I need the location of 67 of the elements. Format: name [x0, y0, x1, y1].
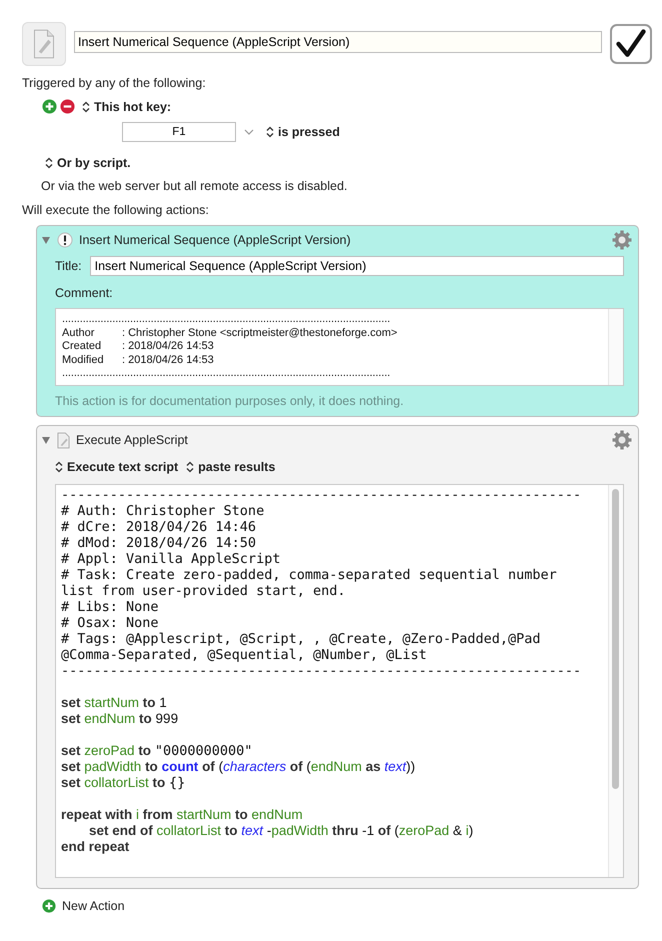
new-action-link[interactable]: New Action	[62, 899, 125, 913]
script-document-icon	[57, 432, 70, 448]
code-line: set startNum to 1	[61, 695, 168, 711]
comment-field-label: Created	[62, 340, 102, 354]
hot-key-field[interactable]: F1	[122, 122, 236, 142]
code-line: set collatorList to {}	[61, 775, 186, 791]
script-trigger-popup[interactable]: Or by script.	[45, 156, 131, 170]
comment-field-value: : 2018/04/26 14:53	[122, 340, 214, 352]
comment-label: Comment:	[55, 286, 114, 300]
add-icon[interactable]	[42, 99, 57, 114]
disclosure-triangle-icon[interactable]	[41, 235, 51, 245]
code-line: # Appl: Vanilla AppleScript	[61, 551, 282, 567]
exclamation-bubble-icon	[57, 232, 73, 248]
action-title: Insert Numerical Sequence (AppleScript Version)	[79, 233, 352, 247]
title-field[interactable]: Insert Numerical Sequence (AppleScript Version)	[90, 256, 624, 276]
code-line: @Comma-Separated, @Sequential, @Number, @List	[61, 647, 428, 663]
comment-field-value: : Christopher Stone <scriptmeister@thestoneforge.com>	[122, 326, 398, 339]
up-down-arrows-icon	[55, 461, 63, 473]
title-label: Title:	[55, 259, 82, 273]
script-editor[interactable]	[55, 484, 624, 878]
up-down-arrows-icon	[82, 100, 90, 112]
code-line: set end of collatorList to text -padWidth thru -1 of (zeroPad & i)	[88, 823, 474, 839]
code-line: end repeat	[61, 839, 130, 855]
code-line: # Libs: None	[61, 599, 160, 615]
option-popup[interactable]: paste results	[186, 460, 276, 474]
action-title: Execute AppleScript	[76, 433, 189, 447]
up-down-arrows-icon	[45, 157, 53, 169]
trigger-type-popup[interactable]: This hot key:	[82, 100, 172, 114]
scrollbar-track[interactable]	[608, 309, 623, 385]
macro-name-field[interactable]: Insert Numerical Sequence (AppleScript Version)	[74, 31, 602, 53]
gear-icon[interactable]	[612, 430, 632, 450]
code-line: ----------------------------------------------------------------	[61, 663, 582, 679]
disclosure-triangle-icon[interactable]	[41, 435, 51, 445]
code-line: repeat with i from startNum to endNum	[61, 807, 304, 823]
code-line: set zeroPad to "0000000000"	[61, 743, 254, 759]
enabled-checkbox[interactable]	[610, 24, 652, 64]
scrollbar-thumb[interactable]	[612, 489, 619, 789]
code-line: # Auth: Christopher Stone	[61, 503, 266, 519]
comment-field-value: : 2018/04/26 14:53	[122, 354, 214, 366]
comment-field-label: Author	[62, 326, 96, 340]
comment-field[interactable]	[55, 308, 624, 386]
scrollbar-track[interactable]	[608, 485, 623, 877]
chevron-down-icon[interactable]	[244, 129, 254, 135]
code-line: list from user-provided start, end.	[61, 583, 346, 599]
code-line: # dMod: 2018/04/26 14:50	[61, 535, 258, 551]
add-icon[interactable]	[42, 899, 56, 913]
option-popup[interactable]: Execute text script	[55, 460, 178, 474]
code-line: # dCre: 2018/04/26 14:46	[61, 519, 258, 535]
code-line: # Osax: None	[61, 615, 160, 631]
gear-icon[interactable]	[612, 230, 632, 250]
web-server-note: Or via the web server but all remote access is disabled.	[41, 179, 348, 193]
code-line: # Tags: @Applescript, @Script, , @Create, @Zero-Padded,@Pad	[61, 631, 542, 647]
up-down-arrows-icon	[186, 461, 194, 473]
remove-icon[interactable]	[60, 99, 75, 114]
dotted-rule-text: ...............................................................................................................	[62, 313, 392, 327]
code-line: set padWidth to count of (characters of (endNum as text))	[61, 759, 416, 775]
code-line: set endNum to 999	[61, 711, 180, 727]
actions-heading: Will execute the following actions:	[22, 203, 210, 217]
code-line: # Task: Create zero-padded, comma-separated sequential number	[61, 567, 558, 583]
dotted-rule-text: ...............................................................................................................	[62, 367, 392, 381]
action-note: This action is for documentation purposes only, it does nothing.	[55, 394, 405, 408]
script-document-icon[interactable]	[22, 22, 66, 66]
code-line: ----------------------------------------------------------------	[61, 487, 582, 503]
triggers-heading: Triggered by any of the following:	[22, 76, 207, 90]
key-condition-popup[interactable]: is pressed	[266, 125, 340, 139]
comment-field-label: Modified	[62, 354, 105, 368]
up-down-arrows-icon	[266, 126, 274, 138]
